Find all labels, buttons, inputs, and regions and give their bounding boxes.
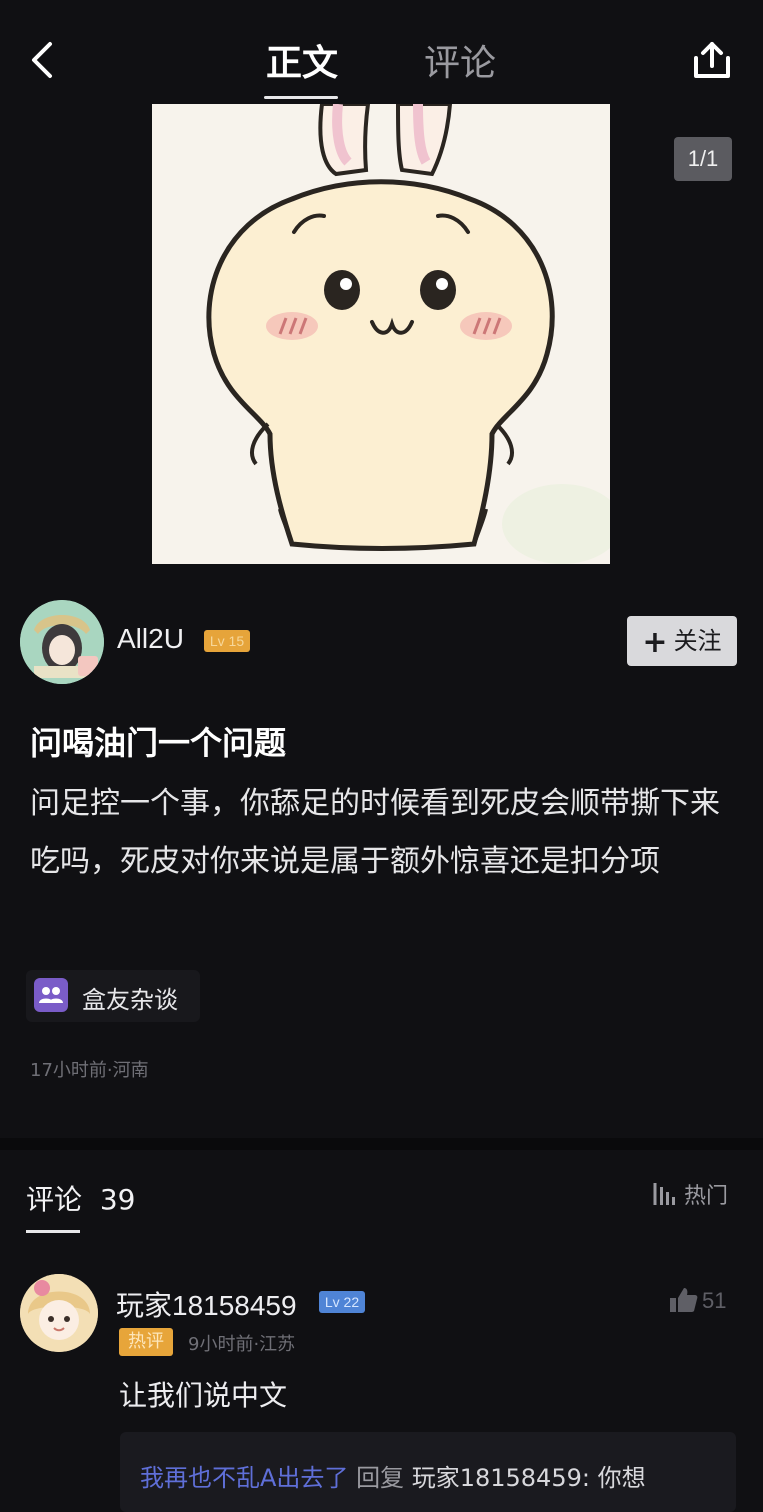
author-avatar[interactable] bbox=[20, 600, 104, 684]
bunny-illustration bbox=[152, 104, 610, 564]
top-bar: 正文 评论 bbox=[0, 0, 763, 110]
reply-target: 玩家18158459: bbox=[411, 1464, 590, 1492]
follow-label: 关注 bbox=[673, 627, 722, 655]
comments-header: 评论 39 bbox=[26, 1178, 135, 1218]
comment-text: 让我们说中文 bbox=[119, 1379, 288, 1412]
chevron-left-icon bbox=[32, 42, 52, 78]
section-divider bbox=[0, 1138, 763, 1150]
author-name[interactable]: All2U bbox=[117, 623, 184, 655]
tab-main-text[interactable]: 正文 bbox=[266, 34, 338, 86]
hot-comment-badge: 热评 bbox=[119, 1328, 173, 1356]
plus-icon: + bbox=[642, 625, 668, 660]
sort-icon bbox=[653, 1183, 675, 1205]
reply-author[interactable]: 我再也不乱A出去了 bbox=[140, 1464, 348, 1492]
topic-tag-label: 盒友杂谈 bbox=[82, 986, 178, 1014]
comment-avatar[interactable] bbox=[20, 1274, 98, 1352]
sort-button[interactable]: 热门 bbox=[652, 1178, 729, 1209]
post-image[interactable] bbox=[152, 104, 610, 564]
share-button[interactable] bbox=[690, 38, 734, 82]
back-button[interactable] bbox=[26, 38, 62, 82]
post-body: 问足控一个事，你舔足的时候看到死皮会顺带撕下来吃吗，死皮对你来说是属于额外惊喜还… bbox=[30, 786, 720, 879]
comment-avatar-illustration bbox=[20, 1274, 98, 1352]
reply-preview[interactable]: 我再也不乱A出去了 回复 玩家18158459: 你想 bbox=[120, 1432, 736, 1512]
post-title: 问喝油门一个问题 bbox=[30, 724, 287, 762]
active-tab-indicator bbox=[264, 96, 338, 99]
sort-label: 热门 bbox=[684, 1184, 729, 1209]
follow-button[interactable]: + 关注 bbox=[627, 616, 737, 666]
topic-tag[interactable]: 盒友杂谈 bbox=[26, 970, 200, 1022]
users-icon bbox=[34, 978, 68, 1012]
share-icon bbox=[694, 42, 730, 78]
post-meta: 17小时前·河南 bbox=[30, 1060, 149, 1081]
reply-content: 你想 bbox=[597, 1464, 646, 1492]
tab-comments[interactable]: 评论 bbox=[424, 34, 496, 86]
author-level-badge: Lv 15 bbox=[204, 630, 250, 652]
thumbs-up-icon bbox=[670, 1288, 698, 1312]
page-counter: 1/1 bbox=[674, 137, 732, 181]
like-button[interactable]: 51 bbox=[668, 1286, 738, 1318]
reply-preview-text: 我再也不乱A出去了 回复 玩家18158459: 你想 bbox=[140, 1458, 646, 1493]
comment-author-name[interactable]: 玩家18158459 bbox=[116, 1284, 297, 1324]
comments-header-underline bbox=[26, 1230, 80, 1233]
like-count: 51 bbox=[702, 1288, 727, 1313]
comments-header-label: 评论 bbox=[26, 1183, 83, 1216]
comment-meta: 9小时前·江苏 bbox=[188, 1334, 296, 1355]
author-avatar-illustration bbox=[20, 600, 104, 684]
comment-author-level-badge: Lv 22 bbox=[319, 1291, 365, 1313]
reply-word: 回复 bbox=[356, 1464, 405, 1492]
comments-count: 39 bbox=[99, 1183, 136, 1216]
